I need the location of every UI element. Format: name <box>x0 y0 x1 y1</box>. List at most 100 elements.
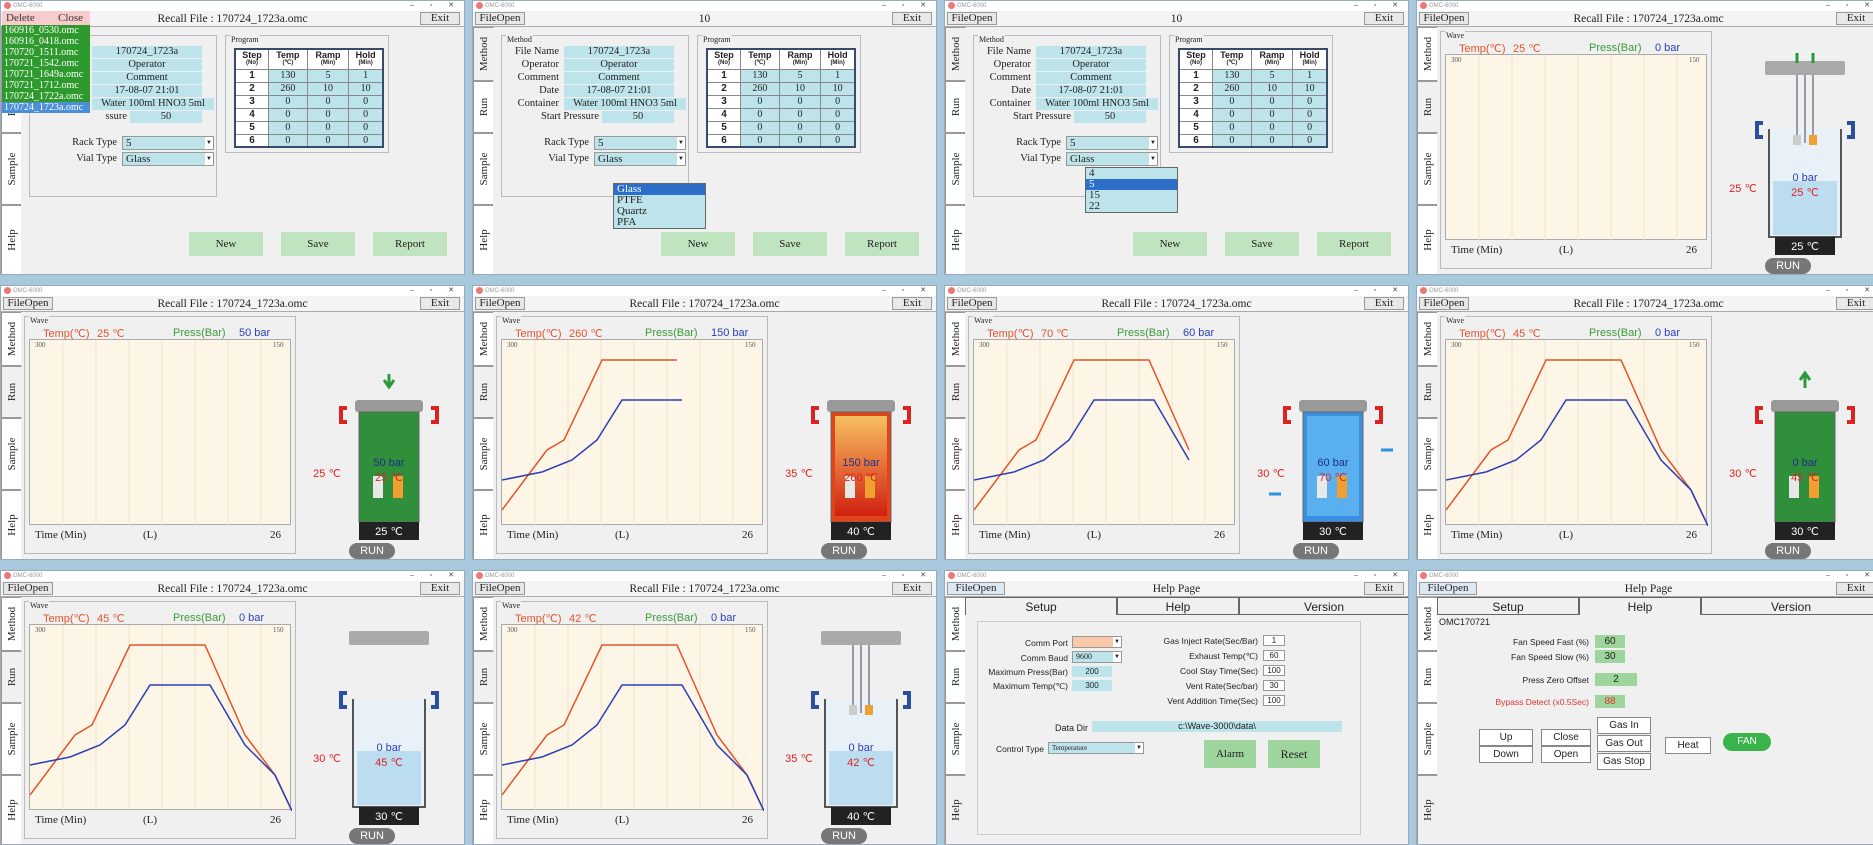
exit-button[interactable]: Exit <box>1836 297 1873 310</box>
list-item[interactable]: 160916_0418.omc <box>2 36 90 47</box>
rack-type-select[interactable]: 5 ▼ <box>1066 136 1158 150</box>
alarm-button[interactable]: Alarm <box>1204 740 1256 768</box>
close-button[interactable]: Close <box>1541 729 1591 746</box>
vent-rate-field[interactable]: 30 <box>1263 680 1285 691</box>
exit-button[interactable]: Exit <box>1364 582 1404 595</box>
file-name-field[interactable]: 170724_1723a <box>92 46 202 58</box>
window-controls[interactable]: – ▫ ✕ <box>410 1 461 11</box>
table-cell[interactable]: 0 <box>348 133 384 148</box>
fan-fast-field[interactable]: 60 <box>1595 635 1625 648</box>
tab-sample[interactable]: Sample <box>473 133 493 205</box>
list-item[interactable]: 170724_1722a.omc <box>2 91 90 102</box>
list-item[interactable]: 170720_1511.omc <box>2 47 90 58</box>
date-field[interactable]: 17-08-07 21:01 <box>564 85 674 97</box>
rack-type-select[interactable]: 5 ▼ <box>122 136 214 150</box>
window-controls[interactable]: – ▫ ✕ <box>1354 1 1405 11</box>
file-name-field[interactable]: 170724_1723a <box>564 46 674 58</box>
tab-run[interactable]: Run <box>945 651 965 703</box>
fileopen-button[interactable]: FileOpen <box>947 12 997 25</box>
tab-sample[interactable]: Sample <box>1 418 21 490</box>
table-cell[interactable]: 1 <box>820 68 856 83</box>
report-button[interactable]: Report <box>1317 232 1391 256</box>
table-cell[interactable]: 0 <box>739 107 780 122</box>
table-cell[interactable]: 0 <box>306 133 350 148</box>
gas-stop-button[interactable]: Gas Stop <box>1597 753 1651 770</box>
exhaust-temp-field[interactable]: 60 <box>1263 650 1285 661</box>
table-cell[interactable]: 10 <box>778 81 822 96</box>
tab-sample[interactable]: Sample <box>945 703 965 775</box>
tab-sample[interactable]: Sample <box>945 418 965 490</box>
save-button[interactable]: Save <box>281 232 355 256</box>
fileopen-button[interactable]: FileOpen <box>475 582 525 595</box>
tab-sample[interactable]: Sample <box>473 703 493 775</box>
table-cell[interactable]: 1 <box>348 68 384 83</box>
table-cell[interactable]: 10 <box>306 81 350 96</box>
start-pressure-field[interactable]: 50 <box>1074 111 1146 123</box>
save-button[interactable]: Save <box>753 232 827 256</box>
window-controls[interactable]: – ▫ ✕ <box>1354 571 1405 581</box>
fileopen-button[interactable]: FileOpen <box>475 297 525 310</box>
run-button[interactable]: RUN <box>1293 543 1339 559</box>
tab-run[interactable]: Run <box>1417 81 1438 133</box>
table-cell[interactable]: 10 <box>1292 81 1328 96</box>
window-controls[interactable]: – ▫ ✕ <box>410 571 461 581</box>
table-cell[interactable]: 0 <box>1211 94 1252 109</box>
tab-help[interactable]: Help <box>1 490 21 559</box>
container-field[interactable]: Water 100ml HNO3 5ml <box>92 98 214 110</box>
tab-method[interactable]: Method <box>945 312 965 366</box>
table-cell[interactable]: 0 <box>778 107 822 122</box>
table-cell[interactable]: 0 <box>348 94 384 109</box>
fileopen-button[interactable]: FileOpen <box>947 297 997 310</box>
operator-field[interactable]: Operator <box>1036 59 1146 71</box>
table-cell[interactable]: 5 <box>778 68 822 83</box>
window-controls[interactable]: – ▫ ✕ <box>1826 286 1873 296</box>
report-button[interactable]: Report <box>373 232 447 256</box>
comm-port-select[interactable]: ▼ <box>1072 636 1122 648</box>
start-pressure-field[interactable]: 50 <box>130 111 202 123</box>
table-cell[interactable]: 0 <box>1292 94 1328 109</box>
bypass-field[interactable]: 88 <box>1595 695 1625 708</box>
run-button[interactable]: RUN <box>821 543 867 559</box>
run-button[interactable]: RUN <box>349 828 395 844</box>
table-cell[interactable]: 0 <box>1250 133 1294 148</box>
table-cell[interactable]: 1 <box>1292 68 1328 83</box>
tab-sample[interactable]: Sample <box>473 418 493 490</box>
table-cell[interactable]: 0 <box>778 94 822 109</box>
tab-run[interactable]: Run <box>1417 651 1437 703</box>
table-cell[interactable]: 0 <box>267 133 308 148</box>
table-cell[interactable]: 0 <box>820 133 856 148</box>
list-item[interactable]: 170721_1712.omc <box>2 80 90 91</box>
table-cell[interactable]: 130 <box>267 68 308 83</box>
table-cell[interactable]: 0 <box>1211 107 1252 122</box>
fan-slow-field[interactable]: 30 <box>1595 650 1625 663</box>
control-type-select[interactable]: Temperature ▼ <box>1048 742 1144 754</box>
exit-button[interactable]: Exit <box>420 582 460 595</box>
list-item[interactable]: 170724_1723a.omc <box>2 102 90 113</box>
table-cell[interactable]: 0 <box>1292 133 1328 148</box>
report-button[interactable]: Report <box>845 232 919 256</box>
table-cell[interactable]: 10 <box>348 81 384 96</box>
dropdown-option[interactable]: PFA <box>614 217 705 228</box>
window-controls[interactable]: – ▫ ✕ <box>1826 571 1873 581</box>
run-button[interactable]: RUN <box>821 828 867 844</box>
vial-type-select[interactable]: Glass ▼ <box>122 152 214 166</box>
date-field[interactable]: 17-08-07 21:01 <box>1036 85 1146 97</box>
container-field[interactable]: Water 100ml HNO3 5ml <box>1036 98 1158 110</box>
tab-method[interactable]: Method <box>1417 27 1437 81</box>
cool-stay-field[interactable]: 100 <box>1263 665 1285 676</box>
table-cell[interactable]: 10 <box>820 81 856 96</box>
tab-method[interactable]: Method <box>473 312 493 366</box>
table-cell[interactable]: 0 <box>267 120 308 135</box>
table-cell[interactable]: 0 <box>739 120 780 135</box>
window-controls[interactable]: – ▫ ✕ <box>882 286 933 296</box>
new-button[interactable]: New <box>661 232 735 256</box>
run-button[interactable]: RUN <box>349 543 395 559</box>
tab-sample[interactable]: Sample <box>1417 418 1437 490</box>
tab-help[interactable]: Help <box>473 205 493 274</box>
up-button[interactable]: Up <box>1479 729 1533 746</box>
table-cell[interactable]: 260 <box>739 81 780 96</box>
table-cell[interactable]: 0 <box>306 94 350 109</box>
close-button[interactable]: Close <box>58 11 83 25</box>
file-name-field[interactable]: 170724_1723a <box>1036 46 1146 58</box>
vial-type-select[interactable]: Glass ▼ <box>1066 152 1158 166</box>
